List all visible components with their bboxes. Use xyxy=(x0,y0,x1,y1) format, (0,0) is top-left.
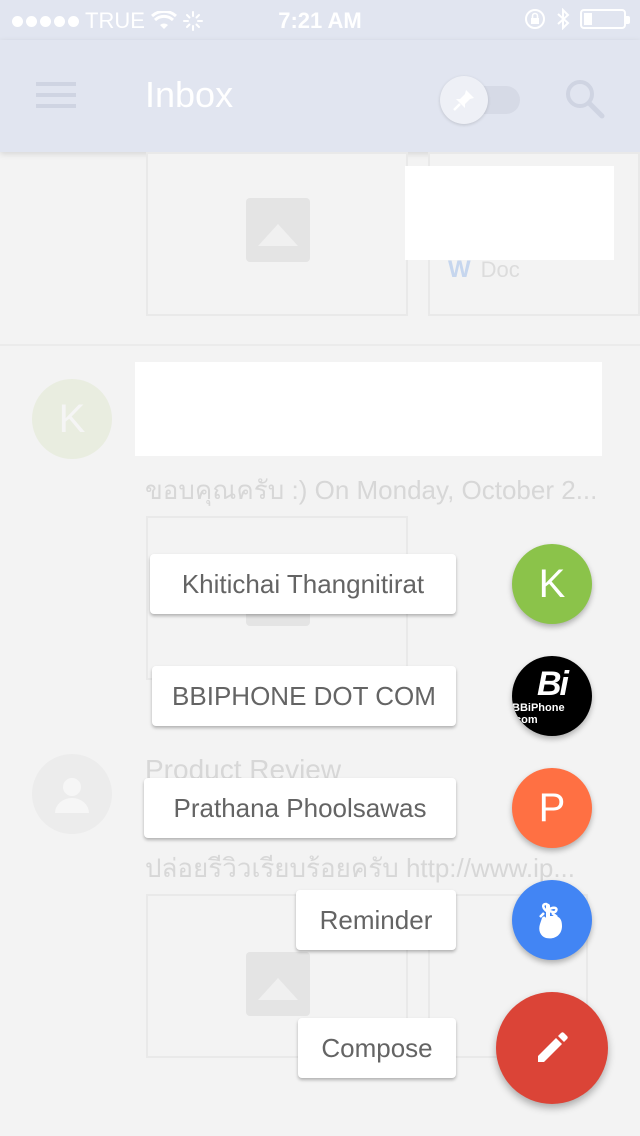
page-title: Inbox xyxy=(145,74,234,115)
pin-toggle[interactable] xyxy=(440,76,522,124)
message-snippet: ขอบคุณครับ :) On Monday, October 2... xyxy=(145,475,598,505)
attachment-card-image[interactable] xyxy=(146,152,408,316)
contact-name: Khitichai Thangnitirat xyxy=(181,568,425,599)
divider xyxy=(0,344,640,346)
image-placeholder-icon xyxy=(246,198,310,262)
bbiphone-logo: Bi xyxy=(537,665,569,703)
attachment-doc-label: W Doc xyxy=(448,256,520,283)
avatar xyxy=(32,754,112,834)
contact-avatar-button-khitichai[interactable]: K xyxy=(512,544,592,624)
redacted-block xyxy=(405,166,614,260)
status-right xyxy=(524,8,630,30)
pin-icon xyxy=(440,76,488,124)
reminder-finger-icon xyxy=(539,902,562,939)
person-icon xyxy=(55,778,89,813)
compose-label: Compose xyxy=(321,1032,433,1063)
bbiphone-logo-caption: BBiPhone .com xyxy=(512,702,565,726)
inbox-list: W Doc K ขอบคุณครับ :) On Monday, October … xyxy=(0,152,640,1136)
reminder-button[interactable] xyxy=(512,880,592,960)
redacted-block xyxy=(135,362,602,456)
search-icon[interactable] xyxy=(562,76,606,120)
hamburger-menu-icon[interactable] xyxy=(36,82,76,110)
speed-dial-label-compose[interactable]: Compose xyxy=(298,1018,456,1078)
rotation-lock-icon xyxy=(525,9,545,29)
contact-avatar-button-prathana[interactable]: P xyxy=(512,768,592,848)
speed-dial-label-prathana[interactable]: Prathana Phoolsawas xyxy=(144,778,456,838)
battery-icon xyxy=(580,9,630,29)
contact-name: Prathana Phoolsawas xyxy=(173,792,427,823)
compose-button[interactable] xyxy=(496,992,608,1104)
image-placeholder-icon xyxy=(246,952,310,1016)
word-doc-icon: W xyxy=(448,256,471,283)
speed-dial-label-khitichai[interactable]: Khitichai Thangnitirat xyxy=(150,554,456,614)
status-bar: TRUE 7:21 AM xyxy=(0,0,640,40)
bluetooth-icon xyxy=(557,8,570,30)
contact-name: BBIPHONE DOT COM xyxy=(172,680,436,711)
avatar: K xyxy=(32,379,112,459)
contact-avatar-button-bbiphone[interactable]: Bi BBiPhone .com xyxy=(512,656,592,736)
speed-dial-label-reminder[interactable]: Reminder xyxy=(296,890,456,950)
avatar-letter: P xyxy=(538,785,566,830)
speed-dial-label-bbiphone[interactable]: BBIPHONE DOT COM xyxy=(152,666,456,726)
pencil-icon xyxy=(538,1032,568,1062)
app-bar: Inbox xyxy=(0,40,640,152)
reminder-label: Reminder xyxy=(319,904,433,935)
avatar-letter: K xyxy=(538,561,566,606)
